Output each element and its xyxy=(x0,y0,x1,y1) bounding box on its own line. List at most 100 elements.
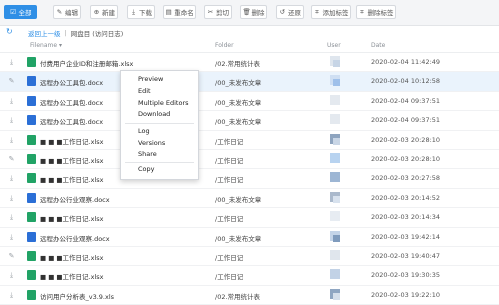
table-row[interactable]: ⤓ 远程办公工具包.docx/00_未发布文章 2020-02-04 09:37:5… xyxy=(0,92,499,112)
file-name[interactable]: 远程办公工具包.docx xyxy=(40,116,103,126)
add-tag-button[interactable]: ⌗ 添加标签 xyxy=(311,5,351,19)
modified-date: 2020-02-03 20:14:34 xyxy=(371,213,441,222)
modified-date: 2020-02-03 20:14:52 xyxy=(371,193,441,202)
avatar-block xyxy=(330,114,340,125)
context-menu: Preview Edit Multiple Editors Download L… xyxy=(120,70,199,180)
download-icon: ⤓ xyxy=(132,7,135,16)
folder-path[interactable]: /02.常用统计表 xyxy=(215,291,260,301)
file-name[interactable]: ■ ■ ■工作日记.xlsx xyxy=(40,252,104,262)
table-row[interactable]: ⤓ 远程办公行业观察.docx/00_未发布文章 2020-02-03 20:14:… xyxy=(0,189,499,209)
folder-path[interactable]: /工作日记 xyxy=(215,155,243,165)
folder-path[interactable]: /00_未发布文章 xyxy=(215,77,261,87)
menu-item-edit[interactable]: Edit xyxy=(138,87,151,95)
file-name[interactable]: 访问用户分析表_v3.9.xls xyxy=(40,291,114,301)
folder-path[interactable]: /00_未发布文章 xyxy=(215,233,261,243)
table-row[interactable]: ⤓ 远程办公行业观察.docx/00_未发布文章 2020-02-03 19:42:… xyxy=(0,228,499,247)
folder-path[interactable]: /工作日记 xyxy=(215,252,243,262)
folder-path[interactable]: /00_未发布文章 xyxy=(215,194,261,204)
menu-item-download[interactable]: Download xyxy=(138,110,170,118)
folder-path[interactable]: /工作日记 xyxy=(215,136,243,146)
folder-path[interactable]: /02.常用统计表 xyxy=(215,58,260,68)
file-name[interactable]: ■ ■ ■工作日记.xlsx xyxy=(40,155,104,165)
folder-path[interactable]: /工作日记 xyxy=(215,174,243,184)
plus-icon: ⊕ xyxy=(93,8,100,16)
file-name[interactable]: 付费用户企业ID和注册邮箱.xlsx xyxy=(40,58,133,68)
folder-path[interactable]: /工作日记 xyxy=(215,271,243,281)
file-name[interactable]: ■ ■ ■工作日记.xlsx xyxy=(40,213,104,223)
file-name[interactable]: ■ ■ ■工作日记.xlsx xyxy=(40,174,104,184)
modified-date: 2020-02-03 20:27:58 xyxy=(371,174,441,183)
modified-date: 2020-02-03 19:30:35 xyxy=(371,271,441,280)
menu-item-log[interactable]: Log xyxy=(138,127,150,135)
new-button[interactable]: ⊕ 新建 xyxy=(90,5,118,19)
avatar-block xyxy=(333,195,340,203)
edit-button[interactable]: ✎ 编辑 xyxy=(53,5,81,19)
download-icon[interactable]: ⤓ xyxy=(7,58,16,67)
file-name[interactable]: ■ ■ ■工作日记.xlsx xyxy=(40,136,104,146)
download-icon[interactable]: ⤓ xyxy=(7,194,16,203)
download-icon[interactable]: ⤓ xyxy=(7,233,16,242)
table-header: Filename ▾ Folder User Date xyxy=(0,40,499,53)
avatar-block xyxy=(330,269,340,280)
edit-icon[interactable]: ✎ xyxy=(7,155,16,164)
header-user[interactable]: User xyxy=(327,42,341,49)
file-name[interactable]: 远程办公行业观察.docx xyxy=(40,233,110,243)
file-name[interactable]: 远程办公工具包.docx xyxy=(40,97,103,107)
folder-path[interactable]: /00_未发布文章 xyxy=(215,116,261,126)
cut-button[interactable]: ✂ 剪切 xyxy=(204,5,232,19)
menu-item-versions[interactable]: Versions xyxy=(138,139,165,147)
table-row[interactable]: ⤓ ■ ■ ■工作日记.xlsx/工作日记 2020-02-03 20:14:34 xyxy=(0,208,499,228)
menu-divider xyxy=(125,123,194,124)
edit-icon[interactable]: ✎ xyxy=(7,252,16,261)
download-icon[interactable]: ⤓ xyxy=(7,97,16,106)
excel-file-icon xyxy=(27,212,36,223)
delete-button[interactable]: 🗑 删除 xyxy=(240,5,267,19)
breadcrumb-separator: | xyxy=(64,28,67,37)
avatar-block xyxy=(333,137,340,145)
table-row[interactable]: ✎ 远程办公工具包.docx/00_未发布文章 2020-02-04 10:12:5… xyxy=(0,72,499,92)
download-button[interactable]: ⤓ 下载 xyxy=(127,5,155,19)
download-icon[interactable]: ⤓ xyxy=(7,174,16,183)
table-row[interactable]: ✎ ■ ■ ■工作日记.xlsx/工作日记 2020-02-03 19:40:47 xyxy=(0,247,499,267)
table-row[interactable]: ⤓ ■ ■ ■工作日记.xlsx/工作日记 2020-02-03 19:30:35 xyxy=(0,266,499,286)
menu-item-preview[interactable]: Preview xyxy=(138,75,163,83)
header-folder[interactable]: Folder xyxy=(215,42,234,49)
edit-icon[interactable]: ✎ xyxy=(7,77,16,86)
folder-path[interactable]: /00_未发布文章 xyxy=(215,97,261,107)
table-row[interactable]: ⤓ 付费用户企业ID和注册邮箱.xlsx/02.常用统计表 2020-02-04 1… xyxy=(0,53,499,73)
user-avatar xyxy=(330,56,342,68)
user-avatar xyxy=(330,211,342,223)
modified-date: 2020-02-04 09:37:51 xyxy=(371,116,441,125)
download-icon[interactable]: ⤓ xyxy=(7,116,16,125)
download-icon[interactable]: ⤓ xyxy=(7,136,16,145)
table-row[interactable]: ⤓ ■ ■ ■工作日记.xlsx/工作日记 2020-02-03 20:27:58 xyxy=(0,169,499,189)
header-date[interactable]: Date xyxy=(371,42,385,49)
user-avatar xyxy=(330,191,342,204)
table-row[interactable]: ⤓ 远程办公工具包.docx/00_未发布文章 2020-02-04 09:37:5… xyxy=(0,111,499,131)
refresh-icon[interactable]: ↻ xyxy=(6,27,15,37)
table-row[interactable]: ⤓ 访问用户分析表_v3.9.xls/02.常用统计表 2020-02-03 19:… xyxy=(0,286,499,305)
user-avatar xyxy=(330,288,342,301)
word-file-icon xyxy=(27,115,36,126)
file-name[interactable]: 远程办公工具包.docx xyxy=(40,77,103,87)
avatar-block xyxy=(333,234,340,242)
modified-date: 2020-02-03 19:42:14 xyxy=(371,232,441,241)
download-icon[interactable]: ⤓ xyxy=(7,291,16,300)
remove-tag-button[interactable]: ⌗ 删除标签 xyxy=(356,5,396,19)
restore-button[interactable]: ↺ 还原 xyxy=(276,5,304,19)
table-row[interactable]: ⤓ ■ ■ ■工作日记.xlsx/工作日记 2020-02-03 20:28:10 xyxy=(0,131,499,150)
menu-item-multiple-editors[interactable]: Multiple Editors xyxy=(138,99,189,107)
folder-path[interactable]: /工作日记 xyxy=(215,213,243,223)
download-icon[interactable]: ⤓ xyxy=(7,271,16,280)
user-avatar xyxy=(330,133,342,146)
download-icon[interactable]: ⤓ xyxy=(7,213,16,222)
back-link[interactable]: 返回上一级 xyxy=(28,28,61,38)
menu-item-share[interactable]: Share xyxy=(138,150,157,158)
table-row[interactable]: ✎ ■ ■ ■工作日记.xlsx/工作日记 2020-02-03 20:28:10 xyxy=(0,150,499,170)
rename-button[interactable]: ▤ 重命名 xyxy=(163,5,196,19)
file-name[interactable]: 远程办公行业观察.docx xyxy=(40,194,110,204)
select-all-button[interactable]: ☑ 全部 xyxy=(4,5,37,19)
file-name[interactable]: ■ ■ ■工作日记.xlsx xyxy=(40,271,104,281)
menu-item-copy[interactable]: Copy xyxy=(138,165,155,173)
header-filename[interactable]: Filename ▾ xyxy=(30,42,62,49)
